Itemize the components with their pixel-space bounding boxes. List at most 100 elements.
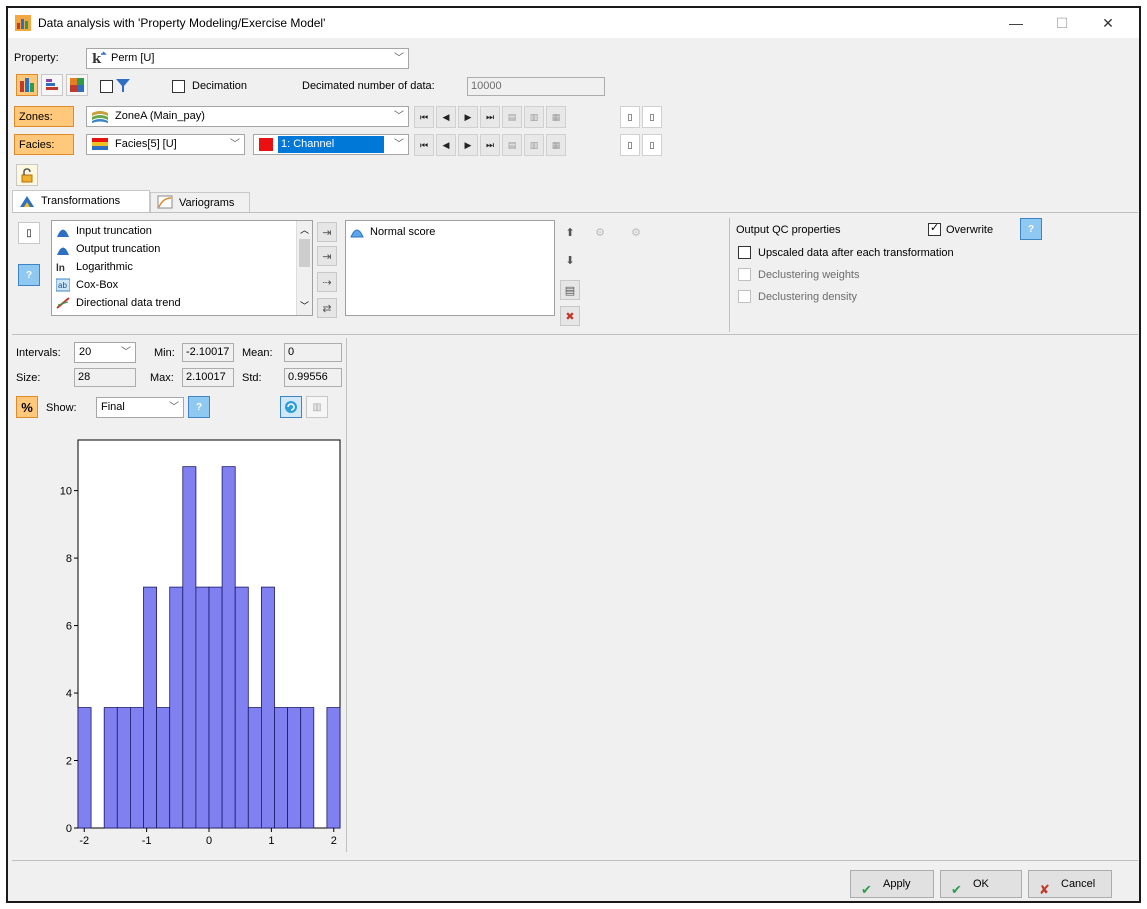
size-field[interactable]: 28 <box>74 368 136 387</box>
upscaled-data-checkbox[interactable] <box>738 246 751 259</box>
list-item-directional-data-trend[interactable]: Directional data trend <box>56 294 181 312</box>
new-zone-page-icon[interactable]: ▯ <box>620 106 640 128</box>
histogram-mode-button[interactable] <box>16 74 38 96</box>
prev-zone-button[interactable]: ◀ <box>436 106 456 128</box>
histogram-bar <box>169 586 184 829</box>
next-zone-button[interactable]: ▶ <box>458 106 478 128</box>
overwrite-label: Overwrite <box>946 224 994 236</box>
copy-transform-icon[interactable]: ▤ <box>560 280 580 300</box>
data-analysis-window: Data analysis with 'Property Modeling/Ex… <box>6 6 1141 903</box>
append-transform-button[interactable]: ⇢ <box>317 272 337 292</box>
property-select[interactable]: k Perm [U] ﹀ <box>86 48 409 69</box>
settings-disabled-icon[interactable]: ⚙ <box>590 222 610 242</box>
crossplot-mode-button[interactable] <box>66 74 88 96</box>
histogram-bar <box>182 466 197 829</box>
lock-button[interactable] <box>16 164 38 186</box>
filter-checkbox[interactable] <box>100 80 113 93</box>
minimize-button[interactable]: — <box>993 8 1039 38</box>
help-button[interactable]: ? <box>18 264 40 286</box>
clone-disabled-icon[interactable]: ⚙ <box>626 222 646 242</box>
chevron-down-icon: ﹀ <box>169 402 179 413</box>
prev-facies-button[interactable]: ◀ <box>436 134 456 156</box>
facies-toggle[interactable]: Facies: <box>14 134 74 155</box>
declustering-density-label: Declustering density <box>758 291 858 303</box>
show-help-button[interactable]: ? <box>188 396 210 418</box>
apply-button[interactable]: ✔ Apply <box>850 870 934 898</box>
show-select[interactable]: Final ﹀ <box>96 397 184 418</box>
list-scrollbar[interactable]: ︿ ﹀ <box>296 221 312 315</box>
y-tick-label: 0 <box>66 823 72 835</box>
facies-code-select[interactable]: 1: Channel ﹀ <box>253 134 409 155</box>
new-facies-pages-icon[interactable]: ▯ <box>642 134 662 156</box>
decimation-checkbox[interactable] <box>172 80 185 93</box>
list-item-cox-box[interactable]: ab Cox-Box <box>56 276 118 294</box>
output-qc-label: Output QC properties <box>736 224 841 236</box>
next-facies-button[interactable]: ▶ <box>458 134 478 156</box>
min-field[interactable]: -2.10017 <box>182 343 234 362</box>
paste-zone-button[interactable]: ▥ <box>524 106 544 128</box>
add-transform-button[interactable]: ⇥ <box>317 222 337 242</box>
output-truncation-icon <box>57 247 69 256</box>
svg-text:ab: ab <box>58 281 67 290</box>
y-tick-label: 8 <box>66 553 72 565</box>
cumulative-mode-button[interactable] <box>41 74 63 96</box>
histogram-bar <box>116 707 131 829</box>
cox-box-icon: ab <box>56 278 70 292</box>
declustering-density-checkbox[interactable] <box>738 290 751 303</box>
move-up-icon[interactable]: ⬆ <box>560 222 580 242</box>
section-divider <box>12 334 1138 335</box>
paste-all-facies-button[interactable]: ▦ <box>546 134 566 156</box>
copy-zone-button[interactable]: ▤ <box>502 106 522 128</box>
tab-variograms[interactable]: Variograms <box>150 192 250 212</box>
qc-help-button[interactable]: ? <box>1020 218 1042 240</box>
std-field[interactable]: 0.99556 <box>284 368 342 387</box>
scroll-down-icon[interactable]: ﹀ <box>300 299 309 312</box>
zones-toggle[interactable]: Zones: <box>14 106 74 127</box>
move-down-icon[interactable]: ⬇ <box>560 250 580 270</box>
transform-tab-icon <box>20 196 34 207</box>
list-item-input-truncation[interactable]: IN Input truncation <box>56 222 152 240</box>
copy-facies-button[interactable]: ▤ <box>502 134 522 156</box>
cancel-button[interactable]: ✘ Cancel <box>1028 870 1112 898</box>
last-zone-button[interactable]: ⏭ <box>480 106 500 128</box>
ok-button[interactable]: ✔ OK <box>940 870 1022 898</box>
last-facies-button[interactable]: ⏭ <box>480 134 500 156</box>
scroll-up-icon[interactable]: ︿ <box>300 223 309 236</box>
declustering-weights-checkbox[interactable] <box>738 268 751 281</box>
zones-select[interactable]: ZoneA (Main_pay) ﹀ <box>86 106 409 127</box>
chevron-down-icon: ﹀ <box>121 347 131 358</box>
perm-property-icon: k <box>92 51 107 66</box>
list-item-output-truncation[interactable]: Output truncation <box>56 240 160 258</box>
scroll-thumb[interactable] <box>299 239 310 267</box>
percent-toggle-button[interactable]: % <box>16 396 38 418</box>
list-item-logarithmic[interactable]: ln Logarithmic <box>56 258 133 276</box>
new-facies-page-icon[interactable]: ▯ <box>620 134 640 156</box>
mean-field[interactable]: 0 <box>284 343 342 362</box>
tab-transformations[interactable]: Transformations <box>12 190 150 212</box>
new-transform-button[interactable]: ▯ <box>18 222 40 244</box>
transform-list[interactable]: IN Input truncation Output truncation ln L… <box>51 220 313 316</box>
delete-transform-icon[interactable]: ✖ <box>560 306 580 326</box>
paste-facies-button[interactable]: ▥ <box>524 134 544 156</box>
footer-divider <box>12 860 1138 861</box>
decimated-count-field[interactable]: 10000 <box>467 77 605 96</box>
bars-disabled-button[interactable]: ▥ <box>306 396 328 418</box>
tab-variograms-label: Variograms <box>179 197 235 209</box>
applied-transform-list[interactable]: Normal score <box>345 220 555 316</box>
insert-transform-button[interactable]: ⇥ <box>317 246 337 266</box>
new-zone-pages-icon[interactable]: ▯ <box>642 106 662 128</box>
first-zone-button[interactable]: ⏮ <box>414 106 434 128</box>
replace-transform-button[interactable]: ⇄ <box>317 298 337 318</box>
paste-all-zones-button[interactable]: ▦ <box>546 106 566 128</box>
facies-select[interactable]: Facies[5] [U] ﹀ <box>86 134 245 155</box>
max-field[interactable]: 2.10017 <box>182 368 234 387</box>
intervals-select[interactable]: 20 ﹀ <box>74 342 136 363</box>
trend-icon <box>56 297 70 309</box>
refresh-button[interactable] <box>280 396 302 418</box>
maximize-button[interactable]: ☐ <box>1039 8 1085 38</box>
first-facies-button[interactable]: ⏮ <box>414 134 434 156</box>
close-button[interactable]: ✕ <box>1085 8 1131 38</box>
mean-label: Mean: <box>242 347 273 359</box>
overwrite-checkbox[interactable]: ✓ <box>928 222 941 236</box>
list-item-normal-score[interactable]: Normal score <box>350 223 435 241</box>
